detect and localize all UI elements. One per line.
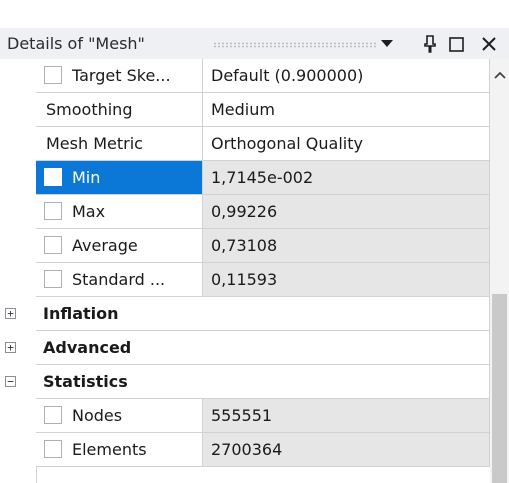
property-row-min[interactable]: Min 1,7145e-002 bbox=[0, 161, 490, 196]
property-name-cell[interactable]: Standard ... bbox=[36, 263, 203, 297]
checkbox[interactable] bbox=[44, 270, 62, 288]
property-name-cell: Mesh Metric bbox=[36, 127, 203, 161]
property-value-cell: 0,73108 bbox=[203, 229, 490, 263]
group-label[interactable]: Inflation bbox=[36, 297, 490, 331]
property-row-max[interactable]: Max 0,99226 bbox=[0, 195, 490, 230]
group-row-advanced[interactable]: + Advanced bbox=[0, 331, 490, 366]
chevron-up-icon[interactable] bbox=[490, 67, 509, 85]
details-grid: Target Ske... Default (0.900000) Smoothi… bbox=[0, 59, 509, 483]
group-row-statistics[interactable]: − Statistics bbox=[0, 365, 490, 400]
property-row-elements[interactable]: Elements 2700364 bbox=[0, 433, 490, 468]
property-value-cell: 0,11593 bbox=[203, 263, 490, 297]
property-label: Nodes bbox=[72, 406, 123, 425]
property-value-cell[interactable]: Default (0.900000) bbox=[203, 59, 490, 93]
maximize-icon[interactable] bbox=[446, 32, 466, 56]
checkbox[interactable] bbox=[44, 202, 62, 220]
property-value-cell[interactable]: Medium bbox=[203, 93, 490, 127]
drag-grip[interactable] bbox=[213, 42, 378, 48]
property-label: Elements bbox=[72, 440, 147, 459]
close-icon[interactable] bbox=[477, 32, 501, 56]
property-name-cell[interactable]: Max bbox=[36, 195, 203, 229]
property-name-cell[interactable]: Elements bbox=[36, 433, 203, 467]
checkbox[interactable] bbox=[44, 236, 62, 254]
property-label: Min bbox=[72, 168, 101, 187]
property-value-cell: 0,99226 bbox=[203, 195, 490, 229]
group-row-inflation[interactable]: + Inflation bbox=[0, 297, 490, 332]
property-row-target-skewness[interactable]: Target Ske... Default (0.900000) bbox=[0, 59, 490, 94]
checkbox[interactable] bbox=[44, 440, 62, 458]
property-value-cell: 2700364 bbox=[203, 433, 490, 467]
property-name-cell[interactable]: Average bbox=[36, 229, 203, 263]
property-label: Max bbox=[72, 202, 106, 221]
property-name-cell: Smoothing bbox=[36, 93, 203, 127]
pin-icon[interactable] bbox=[420, 32, 440, 56]
property-label: Target Ske... bbox=[72, 66, 171, 85]
minus-box-icon[interactable]: − bbox=[5, 376, 16, 387]
property-value-cell: 555551 bbox=[203, 399, 490, 433]
checkbox[interactable] bbox=[44, 66, 62, 84]
scrollbar-thumb[interactable] bbox=[492, 294, 507, 483]
property-row-nodes[interactable]: Nodes 555551 bbox=[0, 399, 490, 434]
property-label: Standard ... bbox=[72, 270, 166, 289]
property-row-standard-deviation[interactable]: Standard ... 0,11593 bbox=[0, 263, 490, 298]
chevron-down-icon[interactable] bbox=[378, 32, 396, 56]
checkbox[interactable] bbox=[44, 406, 62, 424]
group-label[interactable]: Statistics bbox=[36, 365, 490, 399]
panel-title: Details of "Mesh" bbox=[7, 34, 145, 53]
property-row-smoothing[interactable]: Smoothing Medium bbox=[0, 93, 490, 128]
panel-titlebar: Details of "Mesh" bbox=[0, 0, 509, 60]
property-row-average[interactable]: Average 0,73108 bbox=[0, 229, 490, 264]
checkbox[interactable] bbox=[44, 168, 62, 186]
property-name-cell[interactable]: Min bbox=[36, 161, 203, 195]
property-value-cell[interactable]: Orthogonal Quality bbox=[203, 127, 490, 161]
group-label[interactable]: Advanced bbox=[36, 331, 490, 365]
plus-box-icon[interactable]: + bbox=[5, 342, 16, 353]
plus-box-icon[interactable]: + bbox=[5, 308, 16, 319]
property-name-cell[interactable]: Target Ske... bbox=[36, 59, 203, 93]
property-name-cell[interactable]: Nodes bbox=[36, 399, 203, 433]
property-row-mesh-metric[interactable]: Mesh Metric Orthogonal Quality bbox=[0, 127, 490, 162]
property-value-cell: 1,7145e-002 bbox=[203, 161, 490, 195]
property-label: Average bbox=[72, 236, 138, 255]
vertical-scrollbar[interactable] bbox=[490, 59, 509, 483]
